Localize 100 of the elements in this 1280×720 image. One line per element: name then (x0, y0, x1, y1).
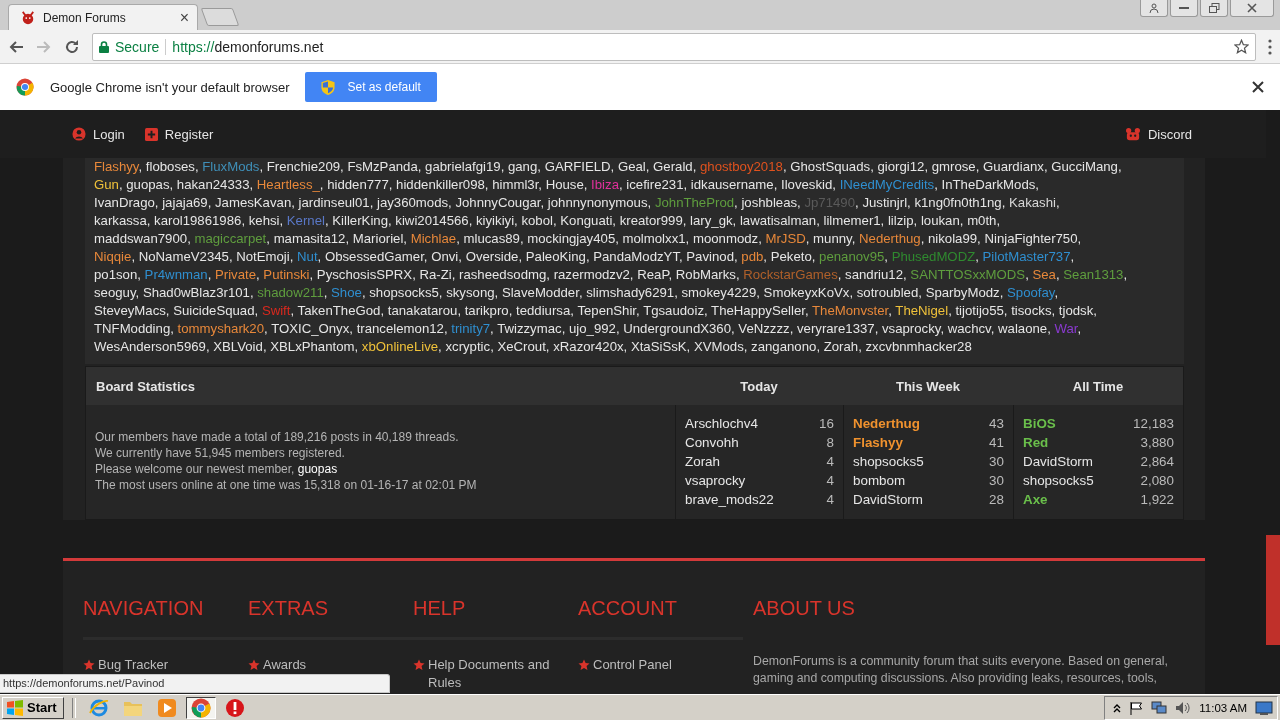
member-link[interactable]: Private (214, 267, 256, 282)
member-link[interactable]: nikola99 (927, 231, 978, 246)
member-link[interactable]: jajaja69 (162, 195, 208, 210)
member-link[interactable]: shadow211 (257, 285, 324, 300)
member-link[interactable]: Gun (94, 177, 119, 192)
member-link[interactable]: kehsi (248, 213, 280, 228)
member-link[interactable]: ghostboy2018 (700, 159, 783, 174)
member-link[interactable]: Shad0wBlaz3r101 (142, 285, 250, 300)
member-link[interactable]: kobol (521, 213, 553, 228)
member-link[interactable]: TheHappySeller (711, 303, 805, 318)
member-link[interactable]: Gerald (653, 159, 693, 174)
member-link[interactable]: loukan (920, 213, 960, 228)
member-link[interactable]: skysong (446, 285, 495, 300)
close-button[interactable] (1230, 0, 1274, 17)
footer-link[interactable]: Awards (263, 656, 307, 674)
member-link[interactable]: XtaSiSsK (630, 339, 687, 354)
member-link[interactable]: razermodzv2 (553, 267, 630, 282)
member-link[interactable]: Putinski (263, 267, 310, 282)
member-link[interactable]: Frenchie209 (266, 159, 341, 174)
nav-link[interactable]: Login (72, 126, 125, 142)
network-icon[interactable] (1151, 700, 1168, 715)
member-link[interactable]: FsMzPanda (347, 159, 418, 174)
member-link[interactable]: Geal (617, 159, 646, 174)
member-link[interactable]: NinjaFighter750 (984, 231, 1078, 246)
member-link[interactable]: himml3r (492, 177, 539, 192)
member-link[interactable]: Pr4wnman (144, 267, 208, 282)
member-link[interactable]: Arschlochv4 (685, 414, 758, 433)
member-link[interactable]: Heartless_ (256, 177, 320, 192)
member-link[interactable]: SteveyMacs (94, 303, 166, 318)
member-link[interactable]: ReaP (637, 267, 669, 282)
member-link[interactable]: Kakashi (1009, 195, 1056, 210)
start-button[interactable]: Start (2, 696, 64, 719)
member-link[interactable]: RobMarks (675, 267, 736, 282)
member-link[interactable]: tijotijo55 (955, 303, 1004, 318)
member-link[interactable]: SparbyModz (925, 285, 1000, 300)
member-link[interactable]: gmrose (931, 159, 976, 174)
footer-link[interactable]: Help Documents and Rules (428, 656, 568, 692)
member-link[interactable]: DavidStorm (853, 490, 923, 509)
member-link[interactable]: molmolxx1 (622, 231, 686, 246)
member-link[interactable]: SuicideSquad (173, 303, 255, 318)
member-link[interactable]: PandaModzYT (593, 249, 679, 264)
member-link[interactable]: XBLVoid (213, 339, 263, 354)
member-link[interactable]: gabrielafgi19 (425, 159, 501, 174)
member-link[interactable]: zxcvbnmhacker28 (865, 339, 972, 354)
member-link[interactable]: GARFIELD (544, 159, 611, 174)
member-link[interactable]: seoguy (94, 285, 136, 300)
footer-link[interactable]: Control Panel (593, 656, 672, 674)
member-link[interactable]: ujo_992 (568, 321, 616, 336)
member-link[interactable]: hiddenkiller098 (396, 177, 485, 192)
member-link[interactable]: shopsocks5 (853, 452, 924, 471)
member-link[interactable]: SlaveModder (501, 285, 579, 300)
member-link[interactable]: floboses (145, 159, 195, 174)
menu-icon[interactable] (1268, 38, 1272, 55)
member-link[interactable]: johnnynonymous (547, 195, 648, 210)
member-link[interactable]: IvanDrago (94, 195, 155, 210)
member-link[interactable]: MrJSD (765, 231, 806, 246)
restore-button[interactable] (1200, 0, 1228, 17)
member-link[interactable]: hidden777 (327, 177, 389, 192)
member-link[interactable]: TepenShir (577, 303, 637, 318)
member-link[interactable]: Twizzymac (497, 321, 562, 336)
member-link[interactable]: kreator999 (619, 213, 683, 228)
member-link[interactable]: NotEmoji (236, 249, 290, 264)
member-link[interactable]: Convohh (685, 433, 739, 452)
flag-icon[interactable] (1129, 700, 1144, 715)
member-link[interactable]: brave_mods22 (685, 490, 774, 509)
member-link[interactable]: XBLxPhantom (270, 339, 355, 354)
address-bar[interactable]: Secure https://demonforums.net (92, 32, 1256, 61)
member-link[interactable]: lilzip (887, 213, 914, 228)
member-link[interactable]: Tgsaudoiz (643, 303, 704, 318)
member-link[interactable]: bombom (853, 471, 906, 490)
show-desktop-icon[interactable] (1255, 700, 1273, 715)
scrollbar-thumb[interactable] (1266, 535, 1280, 645)
member-link[interactable]: Pavinod (686, 249, 734, 264)
profile-button[interactable] (1140, 0, 1168, 17)
member-link[interactable]: Nederthug (859, 231, 921, 246)
bookmark-star-icon[interactable] (1234, 39, 1249, 54)
member-link[interactable]: UndergroundX360 (623, 321, 731, 336)
member-link[interactable]: Zorah (685, 452, 720, 471)
browser-tab[interactable]: Demon Forums × (8, 4, 198, 30)
member-link[interactable]: Sea (1032, 267, 1056, 282)
member-link[interactable]: guopas (126, 177, 170, 192)
set-default-button[interactable]: Set as default (305, 72, 437, 102)
reload-icon[interactable] (64, 38, 80, 55)
back-icon[interactable] (8, 38, 24, 55)
speaker-icon[interactable] (1175, 700, 1192, 715)
member-link[interactable]: KillerKing (332, 213, 388, 228)
member-link[interactable]: mlucas89 (463, 231, 520, 246)
member-link[interactable]: lary_gk (690, 213, 733, 228)
member-link[interactable]: Guardianx (983, 159, 1044, 174)
taskbar-app-button[interactable] (185, 696, 216, 719)
member-link[interactable]: House (545, 177, 584, 192)
nav-link[interactable]: Discord (1124, 126, 1192, 142)
member-link[interactable]: veryrare1337 (797, 321, 875, 336)
footer-link[interactable]: Bug Tracker (98, 656, 169, 674)
member-link[interactable]: VeNzzzz (738, 321, 790, 336)
member-link[interactable]: lilmemer1 (823, 213, 881, 228)
member-link[interactable]: BiOS (1023, 414, 1056, 433)
member-link[interactable]: xbOnlineLive (361, 339, 439, 354)
member-link[interactable]: WesAnderson5969 (94, 339, 206, 354)
member-link[interactable]: DavidStorm (1023, 452, 1093, 471)
